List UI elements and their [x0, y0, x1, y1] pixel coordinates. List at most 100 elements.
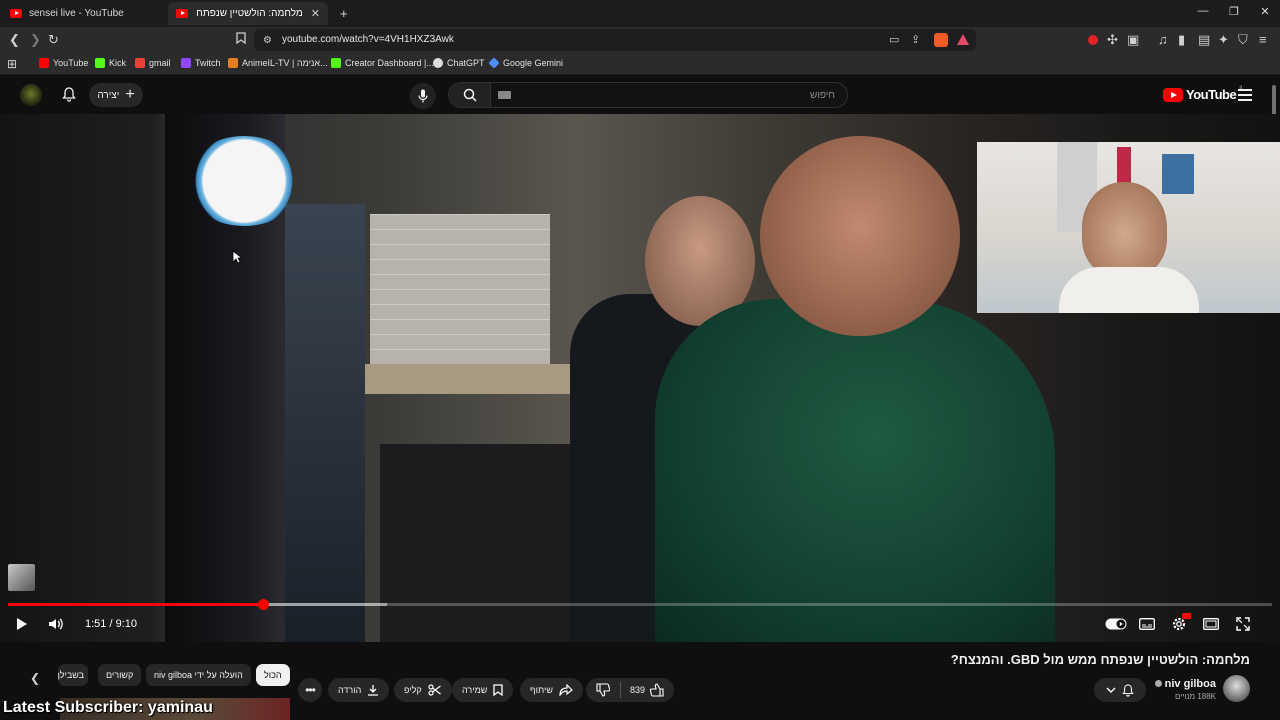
search-input[interactable] [535, 88, 835, 102]
minimize-button[interactable]: — [1188, 5, 1218, 17]
bookmark-label: gmail [149, 58, 171, 68]
tiled-wall-shape [370, 214, 550, 364]
address-bar[interactable]: ⚙ youtube.com/watch?v=4VH1HXZ3Awk ▭ ⇪ [254, 29, 976, 51]
apps-grid-icon[interactable]: ⊞ [7, 56, 17, 72]
bookmark-kick[interactable]: Kick [95, 58, 126, 68]
tab-close-icon[interactable]: ✕ [311, 7, 320, 20]
subscribe-notifications-button[interactable] [1094, 678, 1146, 702]
video-player[interactable]: 1:51 / 9:10 [0, 114, 1280, 642]
play-button[interactable] [12, 614, 32, 634]
record-extension-icon[interactable] [1088, 35, 1098, 45]
chevron-down-icon [1106, 687, 1116, 693]
bookmark-creator-dashboard[interactable]: Creator Dashboard |... [331, 58, 434, 68]
chip-all[interactable]: הכול [256, 664, 290, 686]
channel-avatar[interactable] [1223, 675, 1250, 702]
volume-icon [49, 618, 63, 630]
download-button[interactable]: הורדה [328, 678, 390, 702]
stream-overlay-latest-subscriber: Latest Subscriber: yaminau [3, 699, 213, 716]
site-info-icon[interactable]: ⚙ [263, 33, 272, 49]
chip-uploaded-by[interactable]: הועלה על ידי niv gilboa [146, 664, 251, 686]
wallet-icon[interactable]: ▤ [1198, 32, 1210, 48]
maximize-button[interactable]: ❐ [1219, 5, 1249, 18]
tab-current-video[interactable]: מלחמה: הולשטיין שנפתח ממש מ ✕ [168, 2, 328, 25]
progress-played [8, 603, 264, 606]
fullscreen-button[interactable] [1233, 614, 1253, 634]
share-page-icon[interactable]: ⇪ [911, 32, 920, 48]
extensions-icon[interactable]: ✣ [1107, 32, 1118, 48]
webcam-shirt-shape [1059, 267, 1199, 313]
clip-label: קליפ [404, 685, 422, 695]
bookmark-chatgpt[interactable]: ChatGPT [433, 58, 485, 68]
youtube-icon [39, 58, 49, 68]
ai-assistant-icon[interactable]: ✦ [1218, 32, 1229, 48]
hd-badge-icon [1182, 613, 1191, 619]
create-button[interactable]: יצירה + [89, 83, 143, 107]
chip-related[interactable]: קשורים [98, 664, 142, 686]
bookmark-icon[interactable] [236, 32, 246, 48]
close-window-button[interactable]: ✕ [1250, 5, 1280, 18]
autoplay-toggle[interactable] [1104, 614, 1128, 634]
progress-bar[interactable] [8, 599, 1272, 610]
browser-toolbar: ❮ ❯ ↻ ⚙ youtube.com/watch?v=4VH1HXZ3Awk … [0, 27, 1280, 53]
bookmark-gemini[interactable]: Google Gemini [488, 57, 563, 69]
channel-name[interactable]: niv gilboa [1154, 678, 1216, 690]
chip-label: הועלה על ידי niv gilboa [154, 670, 243, 680]
media-icon[interactable]: ♫ [1158, 32, 1168, 48]
youtube-favicon-icon [176, 9, 188, 18]
keyboard-icon[interactable] [498, 91, 511, 99]
bookmark-gmail[interactable]: gmail [135, 58, 171, 68]
search-box [448, 82, 848, 108]
share-button[interactable]: שיתוף [520, 678, 583, 702]
webcam-face-shape [1082, 182, 1167, 277]
subtitles-button[interactable] [1137, 614, 1157, 634]
mouse-cursor-icon [232, 250, 242, 264]
browser-tab-bar: sensei live - YouTube מלחמה: הולשטיין שנ… [0, 0, 1280, 27]
bookmark-twitch[interactable]: Twitch [181, 58, 221, 68]
clip-button[interactable]: קליפ [394, 678, 452, 702]
save-button[interactable]: שמירה [452, 678, 514, 702]
save-label: שמירה [462, 685, 488, 695]
dislike-button[interactable] [596, 683, 611, 699]
tab-title: מלחמה: הולשטיין שנפתח ממש מ [195, 8, 303, 19]
more-actions-button[interactable]: ••• [298, 678, 322, 702]
voice-search-button[interactable] [410, 83, 436, 109]
theater-mode-button[interactable] [1201, 614, 1221, 634]
notifications-bell-icon[interactable] [62, 87, 76, 106]
bookmark-animeil[interactable]: AnimeIL-TV | אנימה... [228, 58, 328, 68]
bookmark-youtube[interactable]: YouTube [39, 58, 88, 68]
progress-scrubber[interactable] [258, 599, 270, 610]
forward-arrow-icon[interactable]: ❯ [30, 32, 41, 48]
bookmarks-bar: ⊞ YouTube Kick gmail Twitch AnimeIL-TV |… [0, 53, 1280, 75]
chatgpt-icon [433, 58, 443, 68]
chips-scroll-left-icon[interactable]: ❮ [30, 670, 40, 686]
youtube-logo[interactable]: YouTube IL [1163, 86, 1244, 102]
channel-name-label: niv gilboa [1164, 678, 1216, 690]
sidebar-icon[interactable]: ▮ [1178, 32, 1185, 48]
like-button[interactable]: 839 [630, 683, 664, 697]
tab-title: sensei live - YouTube [29, 8, 124, 19]
channel-watermark[interactable] [8, 564, 35, 591]
new-tab-button[interactable]: + [332, 2, 352, 25]
search-button[interactable] [449, 83, 491, 107]
time-display: 1:51 / 9:10 [85, 618, 137, 630]
tab-sensei-live[interactable]: sensei live - YouTube [2, 2, 167, 25]
vpn-shield-icon[interactable]: ⛉ [1238, 32, 1248, 48]
menu-icon[interactable]: ≡ [1259, 32, 1267, 48]
back-arrow-icon[interactable]: ❮ [9, 32, 20, 48]
screenshot-icon[interactable]: ▣ [1127, 32, 1139, 48]
more-horizontal-icon: ••• [305, 683, 316, 697]
reload-icon[interactable]: ↻ [48, 32, 59, 48]
brave-rewards-icon[interactable] [957, 34, 969, 45]
chip-for-you[interactable]: בשבילך [58, 664, 88, 686]
bookmark-label: AnimeIL-TV | אנימה... [242, 58, 328, 68]
mute-button[interactable] [46, 614, 66, 634]
webcam-poster-shape [1117, 147, 1131, 187]
autoplay-toggle-icon [1105, 618, 1127, 630]
guide-menu-icon[interactable] [1238, 89, 1252, 101]
brave-shield-icon[interactable] [934, 33, 948, 47]
account-avatar[interactable] [20, 84, 42, 106]
url-text: youtube.com/watch?v=4VH1HXZ3Awk [282, 34, 454, 45]
like-divider [620, 682, 621, 698]
settings-button[interactable] [1169, 613, 1191, 634]
cast-icon[interactable]: ▭ [889, 32, 899, 48]
